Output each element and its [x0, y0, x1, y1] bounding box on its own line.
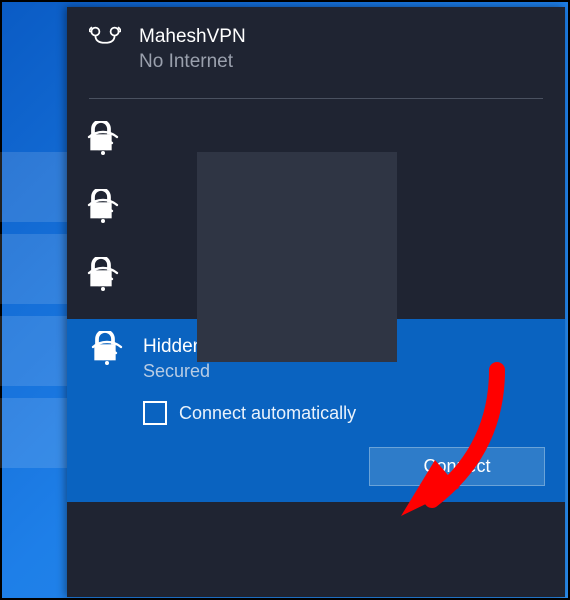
wifi-secure-icon — [85, 125, 121, 165]
network-flyout-panel: MaheshVPN No Internet — [67, 7, 565, 597]
vpn-status: No Internet — [139, 50, 246, 75]
connect-automatically-label: Connect automatically — [179, 403, 356, 424]
connect-automatically-checkbox[interactable] — [143, 401, 167, 425]
vpn-text: MaheshVPN No Internet — [139, 25, 246, 74]
wifi-secure-icon — [89, 335, 125, 375]
connect-automatically-row[interactable]: Connect automatically — [143, 401, 545, 425]
wifi-secure-icon — [85, 261, 121, 301]
vpn-icon — [89, 25, 121, 56]
vpn-name: MaheshVPN — [139, 25, 246, 50]
selected-network-status: Secured — [143, 360, 278, 383]
wifi-secure-icon — [85, 193, 121, 233]
redacted-overlay — [197, 152, 397, 362]
panel-bottom-spacer — [67, 502, 565, 597]
connect-button[interactable]: Connect — [369, 447, 545, 486]
divider — [89, 98, 543, 99]
desktop-windows-logo — [0, 152, 72, 502]
vpn-connection-row[interactable]: MaheshVPN No Internet — [67, 7, 565, 92]
